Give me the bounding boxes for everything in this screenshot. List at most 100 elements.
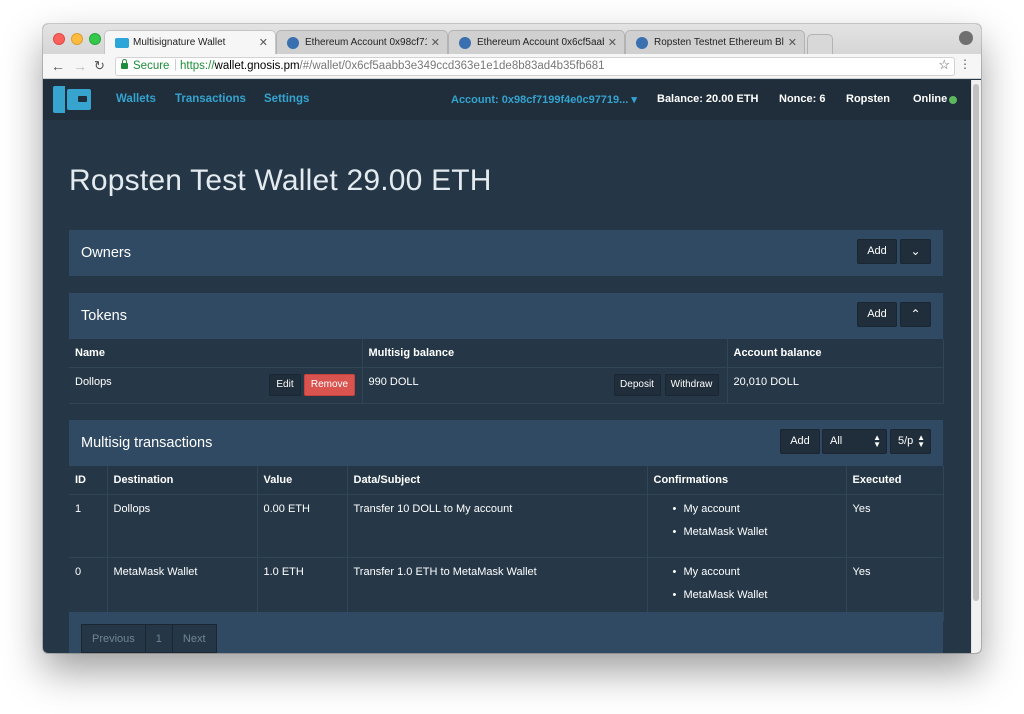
page-size-select[interactable]: 5/p ▲ ▼ xyxy=(890,429,931,454)
tx-destination: MetaMask Wallet xyxy=(107,557,258,621)
column-header: Executed xyxy=(846,466,944,495)
app-navbar: Wallets Transactions Settings Account: 0… xyxy=(43,80,971,120)
tokens-table: Name Multisig balance Account balance Do… xyxy=(69,339,944,404)
close-tab-icon[interactable]: ✕ xyxy=(431,36,440,49)
reload-icon[interactable]: ↻ xyxy=(94,58,105,74)
url-separator: | xyxy=(174,59,177,71)
page-number-button[interactable]: 1 xyxy=(146,625,173,652)
tx-subject: Transfer 1.0 ETH to MetaMask Wallet xyxy=(347,557,648,621)
table-row: Dollops Edit Remove 990 DOLL Deposit Wit… xyxy=(69,367,944,404)
tab-label: Ropsten Testnet Ethereum Blo xyxy=(654,37,784,48)
etherscan-favicon-icon xyxy=(636,37,648,49)
tokens-panel-header: Tokens Add ⌃ xyxy=(69,293,943,339)
tx-subject: Transfer 10 DOLL to My account xyxy=(347,494,648,558)
multisig-panel-header: Multisig transactions Add All ▲ ▼ 5/p ▲ ▼ xyxy=(69,420,943,466)
multisig-table: ID Destination Value Data/Subject Confir… xyxy=(69,466,944,621)
filter-value: All xyxy=(830,435,843,447)
token-name: Dollops xyxy=(75,375,112,388)
forward-arrow-icon[interactable]: → xyxy=(73,58,87,74)
column-header: Destination xyxy=(107,466,258,495)
close-tab-icon[interactable]: ✕ xyxy=(608,36,617,49)
column-header: Confirmations xyxy=(647,466,847,495)
pagination: Previous 1 Next xyxy=(81,624,217,653)
minimize-window-button[interactable] xyxy=(71,33,83,45)
page-title: Ropsten Test Wallet 29.00 ETH xyxy=(69,164,492,197)
remove-token-button[interactable]: Remove xyxy=(304,373,355,396)
column-header: Account balance xyxy=(727,339,944,368)
owners-panel-header: Owners Add ⌄ xyxy=(69,230,943,276)
confirmation-item: My account xyxy=(654,566,840,578)
column-header: Data/Subject xyxy=(347,466,648,495)
etherscan-favicon-icon xyxy=(287,37,299,49)
table-row[interactable]: 0 MetaMask Wallet 1.0 ETH Transfer 1.0 E… xyxy=(69,557,944,621)
tx-value: 0.00 ETH xyxy=(257,494,348,558)
account-balance: 20,010 DOLL xyxy=(733,375,799,388)
browser-toolbar: ← → ↻ Secure | https://wallet.gnosis.pm/… xyxy=(43,54,981,79)
profile-icon[interactable] xyxy=(959,31,973,45)
address-bar[interactable]: Secure | https://wallet.gnosis.pm/#/wall… xyxy=(115,57,955,76)
browser-tab-multisig[interactable]: Multisignature Wallet ✕ xyxy=(104,30,276,54)
online-status: Online xyxy=(913,93,948,105)
online-status-dot xyxy=(949,96,957,104)
withdraw-button[interactable]: Withdraw xyxy=(664,373,719,396)
close-tab-icon[interactable]: ✕ xyxy=(259,36,268,49)
account-dropdown[interactable]: Account: 0x98cf7199f4e0c97719... ▾ xyxy=(451,93,637,106)
table-row[interactable]: 1 Dollops 0.00 ETH Transfer 10 DOLL to M… xyxy=(69,494,944,558)
url-text: https://wallet.gnosis.pm/#/wallet/0x6cf5… xyxy=(180,60,605,72)
multisig-balance-cell: 990 DOLL Deposit Withdraw xyxy=(362,367,728,404)
confirmation-item: MetaMask Wallet xyxy=(654,526,840,538)
confirmation-item: MetaMask Wallet xyxy=(654,589,840,601)
browser-tab-account-1[interactable]: Ethereum Account 0x98cf719 ✕ xyxy=(276,30,448,54)
balance-display: Balance: 20.00 ETH xyxy=(657,93,759,105)
multisig-header-row: ID Destination Value Data/Subject Confir… xyxy=(69,466,944,495)
multisig-balance: 990 DOLL xyxy=(368,375,419,388)
pagination-area: Previous 1 Next xyxy=(69,612,943,653)
tx-value: 1.0 ETH xyxy=(257,557,348,621)
scrollbar-thumb[interactable] xyxy=(973,84,979,601)
tx-id: 1 xyxy=(69,494,108,558)
chevron-up-icon[interactable]: ⌃ xyxy=(900,302,931,327)
new-tab-button[interactable] xyxy=(807,34,833,54)
chevron-down-icon[interactable]: ⌄ xyxy=(900,239,931,264)
browser-window: Multisignature Wallet ✕ Ethereum Account… xyxy=(43,24,981,653)
etherscan-favicon-icon xyxy=(459,37,471,49)
tx-confirmations: My account MetaMask Wallet xyxy=(647,557,847,621)
confirmation-item: My account xyxy=(654,503,840,515)
back-arrow-icon[interactable]: ← xyxy=(51,58,65,74)
page-size-value: 5/p xyxy=(898,435,914,447)
nav-transactions[interactable]: Transactions xyxy=(175,93,246,105)
wallet-favicon-icon xyxy=(115,38,129,48)
tab-label: Ethereum Account 0x6cf5aabb xyxy=(477,37,604,48)
transaction-filter-select[interactable]: All ▲ ▼ xyxy=(822,429,887,454)
add-transaction-button[interactable]: Add xyxy=(780,429,820,454)
edit-token-button[interactable]: Edit xyxy=(269,373,301,396)
nav-settings[interactable]: Settings xyxy=(264,93,309,105)
previous-page-button[interactable]: Previous xyxy=(82,625,146,652)
multisig-title: Multisig transactions xyxy=(81,435,213,451)
column-header: Value xyxy=(257,466,348,495)
tx-confirmations: My account MetaMask Wallet xyxy=(647,494,847,558)
browser-tab-account-2[interactable]: Ethereum Account 0x6cf5aabb ✕ xyxy=(448,30,625,54)
add-owner-button[interactable]: Add xyxy=(857,239,897,264)
nonce-display: Nonce: 6 xyxy=(779,93,826,105)
column-header: Multisig balance xyxy=(362,339,728,368)
lock-icon xyxy=(121,59,128,69)
wallet-logo-icon[interactable] xyxy=(53,86,91,113)
add-token-button[interactable]: Add xyxy=(857,302,897,327)
close-window-button[interactable] xyxy=(53,33,65,45)
next-page-button[interactable]: Next xyxy=(173,625,216,652)
close-tab-icon[interactable]: ✕ xyxy=(788,36,797,49)
bookmark-star-icon[interactable]: ☆ xyxy=(938,57,950,73)
select-caret-icon: ▲ ▼ xyxy=(873,433,881,449)
network-display: Ropsten xyxy=(846,93,890,105)
deposit-button[interactable]: Deposit xyxy=(613,373,661,396)
nav-wallets[interactable]: Wallets xyxy=(116,93,156,105)
token-name-cell: Dollops Edit Remove xyxy=(69,367,363,404)
maximize-window-button[interactable] xyxy=(89,33,101,45)
tx-executed: Yes xyxy=(846,557,944,621)
browser-tab-ropsten[interactable]: Ropsten Testnet Ethereum Blo ✕ xyxy=(625,30,805,54)
browser-menu-icon[interactable]: ⋮ xyxy=(959,57,971,71)
tokens-title: Tokens xyxy=(81,308,127,324)
column-header: ID xyxy=(69,466,108,495)
secure-label: Secure xyxy=(133,60,170,72)
